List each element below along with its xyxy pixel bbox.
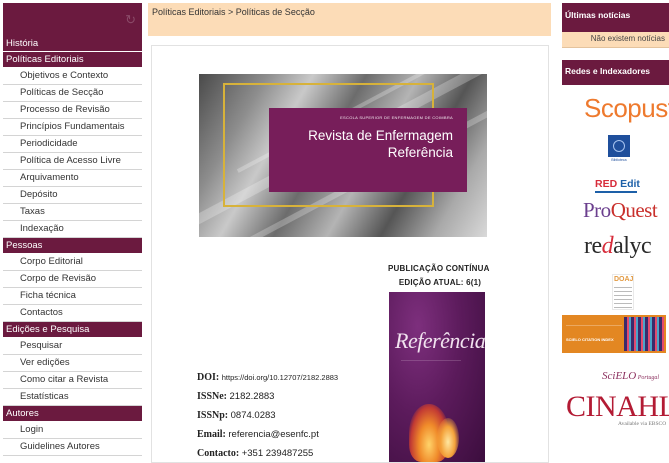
sidebar-section-1[interactable]: Políticas Editoriais (3, 52, 142, 68)
issnp-label: ISSNp: (197, 410, 229, 421)
email-link[interactable]: referencia@esenfc.pt (228, 429, 318, 440)
sidebar-section-3[interactable]: Edições e Pesquisa (3, 322, 142, 338)
cover-flame-graphic-small (437, 418, 459, 458)
banner-title-line1: Revista de Enfermagem (308, 128, 453, 143)
doi-row: DOI: https://doi.org/10.12707/2182.2883 (197, 368, 338, 387)
indexers-list: Scopus• Biblioteca RED Edit ProQuest red… (562, 85, 669, 463)
sidebar-banner: ↻ (3, 3, 142, 36)
rededit-logo[interactable]: RED Edit (595, 178, 640, 193)
sidebar-item[interactable]: Processo de Revisão (3, 102, 142, 119)
sidebar-item[interactable]: Estatísticas (3, 389, 142, 406)
sidebar-item[interactable]: Objetivos e Contexto (3, 68, 142, 85)
left-sidebar: ↻ História Políticas Editoriais Objetivos … (3, 3, 142, 463)
sidebar-item[interactable]: Ficha técnica (3, 288, 142, 305)
ebsco-caption: Available via EBSCO (618, 421, 667, 427)
sidebar-menu: História Políticas Editoriais Objetivos e … (3, 36, 142, 456)
sidebar-item[interactable]: Pesquisar (3, 338, 142, 355)
publication-info: PUBLICAÇÃO CONTÍNUA EDIÇÃO ATUAL: 6(1) (385, 262, 495, 290)
doi-link[interactable]: https://doi.org/10.12707/2182.2883 (222, 373, 338, 382)
email-row: Email: referencia@esenfc.pt (197, 425, 338, 444)
main-content: ESCOLA SUPERIOR DE ENFERMAGEM DE COIMBRA… (151, 45, 549, 463)
email-label: Email: (197, 429, 226, 440)
edition-label[interactable]: EDIÇÃO ATUAL: 6(1) (385, 276, 495, 290)
issnp-row: ISSNp: 0874.0283 (197, 406, 338, 425)
sidebar-item[interactable]: Arquivamento (3, 170, 142, 187)
redalyc-logo[interactable]: redalyc (584, 233, 652, 260)
sidebar-section-2[interactable]: Pessoas (3, 238, 142, 254)
issue-cover[interactable]: Referência ———————————————————— (389, 292, 485, 462)
publication-label: PUBLICAÇÃO CONTÍNUA (388, 264, 490, 273)
scielo-citation-index-text: ———————————————— (566, 323, 622, 327)
breadcrumb-bar: Políticas Editoriais > Políticas de Secç… (148, 3, 551, 36)
sidebar-section-4[interactable]: Autores (3, 406, 142, 422)
sidebar-item[interactable]: Ver edições (3, 355, 142, 372)
sidebar-item[interactable]: Política de Acesso Livre (3, 153, 142, 170)
biblioteca-logo[interactable]: Biblioteca (608, 135, 630, 165)
cover-subtitle-decor: ———————————————————— (401, 358, 461, 362)
sidebar-item[interactable]: Contactos (3, 305, 142, 322)
scielo-citation-index-logo[interactable]: ———————————————— SCIELO CITATION INDEX (562, 315, 666, 353)
banner-school: ESCOLA SUPERIOR DE ENFERMAGEM DE COIMBRA (340, 115, 453, 120)
cover-title: Referência (395, 328, 485, 353)
banner-title-panel: ESCOLA SUPERIOR DE ENFERMAGEM DE COIMBRA… (269, 108, 467, 192)
journal-banner: ESCOLA SUPERIOR DE ENFERMAGEM DE COIMBRA… (199, 74, 487, 237)
issne-label: ISSNe: (197, 391, 228, 402)
banner-title-line2: Referência (387, 145, 453, 160)
contact-row: Contacto: +351 239487255 (197, 444, 338, 462)
sidebar-item[interactable]: Corpo Editorial (3, 254, 142, 271)
doaj-logo[interactable]: DOAJ (612, 274, 634, 310)
news-empty-message: Não existem notícias (562, 32, 669, 48)
networks-heading: Redes e Indexadores (562, 60, 669, 85)
issne-value: 2182.2883 (229, 391, 275, 402)
issne-row: ISSNe: 2182.2883 (197, 387, 338, 406)
cinahl-logo[interactable]: CINAHL (566, 390, 669, 424)
journal-info: DOI: https://doi.org/10.12707/2182.2883 … (197, 368, 338, 462)
refresh-icon: ↻ (125, 12, 136, 27)
sidebar-item[interactable]: Periodicidade (3, 136, 142, 153)
sidebar-item[interactable]: Como citar a Revista (3, 372, 142, 389)
sidebar-item[interactable]: Guidelines Autores (3, 439, 142, 456)
sidebar-section-0[interactable]: História (3, 36, 142, 52)
scopus-logo[interactable]: Scopus• (584, 93, 669, 124)
issnp-value: 0874.0283 (230, 410, 276, 421)
sidebar-item[interactable]: Indexação (3, 221, 142, 238)
sidebar-item[interactable]: Taxas (3, 204, 142, 221)
contact-label: Contacto: (197, 448, 240, 459)
sidebar-item[interactable]: Princípios Fundamentais (3, 119, 142, 136)
breadcrumb[interactable]: Políticas Editoriais > Políticas de Secç… (152, 7, 315, 17)
doi-label: DOI: (197, 372, 220, 383)
sidebar-item[interactable]: Políticas de Secção (3, 85, 142, 102)
right-sidebar: Últimas notícias Não existem notícias Re… (562, 3, 669, 463)
scielo-portugal-logo[interactable]: SciELO Portugal (602, 370, 659, 382)
sidebar-item[interactable]: Login (3, 422, 142, 439)
sidebar-item[interactable]: Depósito (3, 187, 142, 204)
sidebar-item[interactable]: Corpo de Revisão (3, 271, 142, 288)
news-heading: Últimas notícias (562, 3, 669, 32)
contact-value: +351 239487255 (241, 448, 314, 459)
proquest-logo[interactable]: ProQuest (583, 198, 658, 223)
